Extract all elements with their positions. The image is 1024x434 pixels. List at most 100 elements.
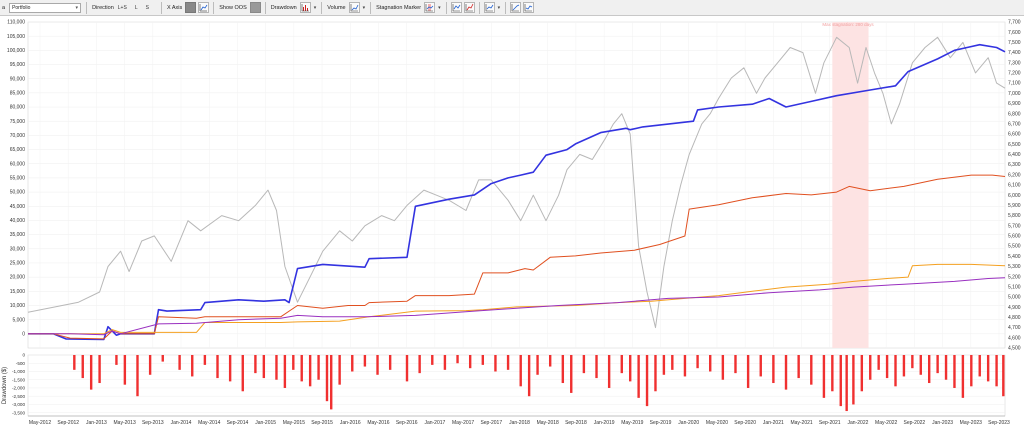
y-right-tick-label: 5,500 [1008, 244, 1021, 250]
drawdown-bar [845, 355, 848, 412]
x-axis-label: X Axis [166, 4, 183, 11]
y-left-tick-label: 25,000 [10, 261, 26, 267]
drawdown-bar [810, 355, 813, 385]
x-tick-label: Sep-2019 [650, 420, 672, 426]
volume-chart-icon[interactable] [348, 2, 360, 13]
drawdown-tick-label: 0 [22, 353, 25, 358]
y-right-tick-label: 7,100 [1008, 81, 1021, 87]
chart-style-2-icon[interactable] [463, 2, 475, 13]
stagnation-marker-label: Stagnation Marker [376, 4, 422, 11]
x-tick-label: May-2022 [875, 420, 897, 426]
y-right-tick-label: 5,400 [1008, 254, 1021, 260]
stagnation-band [832, 22, 869, 348]
y-left-tick-label: 105,000 [7, 34, 25, 40]
x-tick-label: Jan-2015 [255, 420, 276, 426]
drawdown-bar [123, 355, 127, 385]
volume-label: Volume [327, 4, 346, 11]
show-oos-toggle-button[interactable] [249, 2, 261, 13]
direction-option-ls[interactable]: L+S [118, 5, 127, 11]
drawdown-bar [797, 355, 800, 379]
x-tick-label: May-2016 [367, 420, 389, 426]
y-right-tick-label: 5,900 [1008, 203, 1021, 209]
x-axis-chart-icon[interactable] [198, 2, 210, 13]
x-tick-label: Sep-2023 [988, 420, 1010, 426]
drawdown-bar [89, 355, 93, 390]
y-right-tick-label: 5,600 [1008, 234, 1021, 240]
drawdown-bar [254, 355, 257, 374]
y-right-tick-label: 5,100 [1008, 284, 1021, 290]
drawdown-bar [746, 355, 750, 388]
drawdown-bar [620, 355, 623, 374]
x-tick-label: Sep-2020 [734, 420, 756, 426]
x-tick-label: May-2021 [790, 420, 812, 426]
toolbar-separator [213, 1, 215, 14]
x-tick-label: Jan-2021 [763, 420, 784, 426]
drawdown-bar [978, 355, 981, 377]
x-tick-label: May-2020 [706, 420, 728, 426]
y-left-tick-label: 110,000 [7, 20, 25, 26]
drawdown-bar [431, 355, 434, 365]
y-right-tick-label: 4,800 [1008, 315, 1021, 321]
stagnation-dropdown-icon[interactable]: ▾ [438, 5, 441, 11]
chart-style-dropdown-icon[interactable]: ▾ [498, 5, 501, 11]
direction-option-l[interactable]: L [135, 5, 138, 11]
y-left-tick-label: 90,000 [10, 76, 26, 82]
drawdown-bar [902, 355, 906, 377]
drawdown-bar [995, 355, 998, 387]
toolbar-prefix: a [2, 4, 6, 11]
drawdown-bar [869, 355, 872, 380]
x-tick-label: Sep-2012 [57, 420, 79, 426]
toolbar-separator [445, 1, 447, 14]
x-tick-label: May-2012 [29, 420, 51, 426]
drawdown-chart-icon[interactable] [299, 2, 311, 13]
x-tick-label: Sep-2018 [565, 420, 587, 426]
toolbar-separator [160, 1, 162, 14]
y-right-tick-label: 7,400 [1008, 50, 1021, 56]
toolbar-separator [264, 1, 266, 14]
drawdown-bar [885, 355, 889, 379]
y-left-tick-label: 65,000 [10, 147, 26, 153]
volume-dropdown-icon[interactable]: ▾ [363, 5, 366, 11]
y-left-tick-label: 35,000 [10, 232, 26, 238]
direction-option-s[interactable]: S [146, 5, 149, 11]
stagnation-chart-icon[interactable] [424, 2, 436, 13]
y-right-tick-label: 6,100 [1008, 183, 1021, 189]
chart-style-5-icon[interactable] [523, 2, 535, 13]
drawdown-bar [582, 355, 586, 374]
drawdown-dropdown-icon[interactable]: ▾ [314, 5, 317, 11]
portfolio-select[interactable]: Portfolio ▾ [9, 2, 82, 13]
x-tick-label: Sep-2016 [396, 420, 418, 426]
drawdown-bar [772, 355, 775, 384]
y-right-tick-label: 6,700 [1008, 121, 1021, 127]
y-right-tick-label: 4,500 [1008, 346, 1021, 352]
drawdown-bar [734, 355, 737, 374]
chart-style-4-icon[interactable] [510, 2, 522, 13]
y-right-tick-label: 5,700 [1008, 223, 1021, 229]
y-left-tick-label: 50,000 [10, 190, 26, 196]
drawdown-bar [894, 355, 897, 387]
drawdown-bar [506, 355, 510, 370]
drawdown-bar [970, 355, 973, 387]
x-tick-label: Jan-2016 [340, 420, 361, 426]
x-axis-toggle-button[interactable] [185, 2, 197, 13]
chart-style-1-icon[interactable] [450, 2, 462, 13]
x-tick-label: Sep-2017 [480, 420, 502, 426]
drawdown-bar [325, 355, 329, 402]
x-tick-label: Sep-2015 [311, 420, 333, 426]
drawdown-bar [73, 355, 76, 370]
drawdown-bar [645, 355, 649, 407]
drawdown-bar [919, 355, 922, 375]
drawdown-bar [637, 355, 640, 398]
chart-style-3-icon[interactable] [483, 2, 495, 13]
x-tick-label: Jan-2019 [594, 420, 615, 426]
drawdown-tick-label: -500 [16, 361, 26, 366]
drawdown-bar [759, 355, 762, 377]
drawdown-bar [418, 355, 421, 374]
y-left-tick-label: 40,000 [10, 218, 26, 224]
x-tick-label: Jan-2017 [424, 420, 445, 426]
drawdown-bar [216, 355, 219, 379]
drawdown-bar [662, 355, 666, 375]
y-left-tick-label: 5,000 [12, 317, 25, 323]
x-tick-label: May-2023 [960, 420, 982, 426]
y-right-tick-label: 7,700 [1008, 20, 1021, 26]
